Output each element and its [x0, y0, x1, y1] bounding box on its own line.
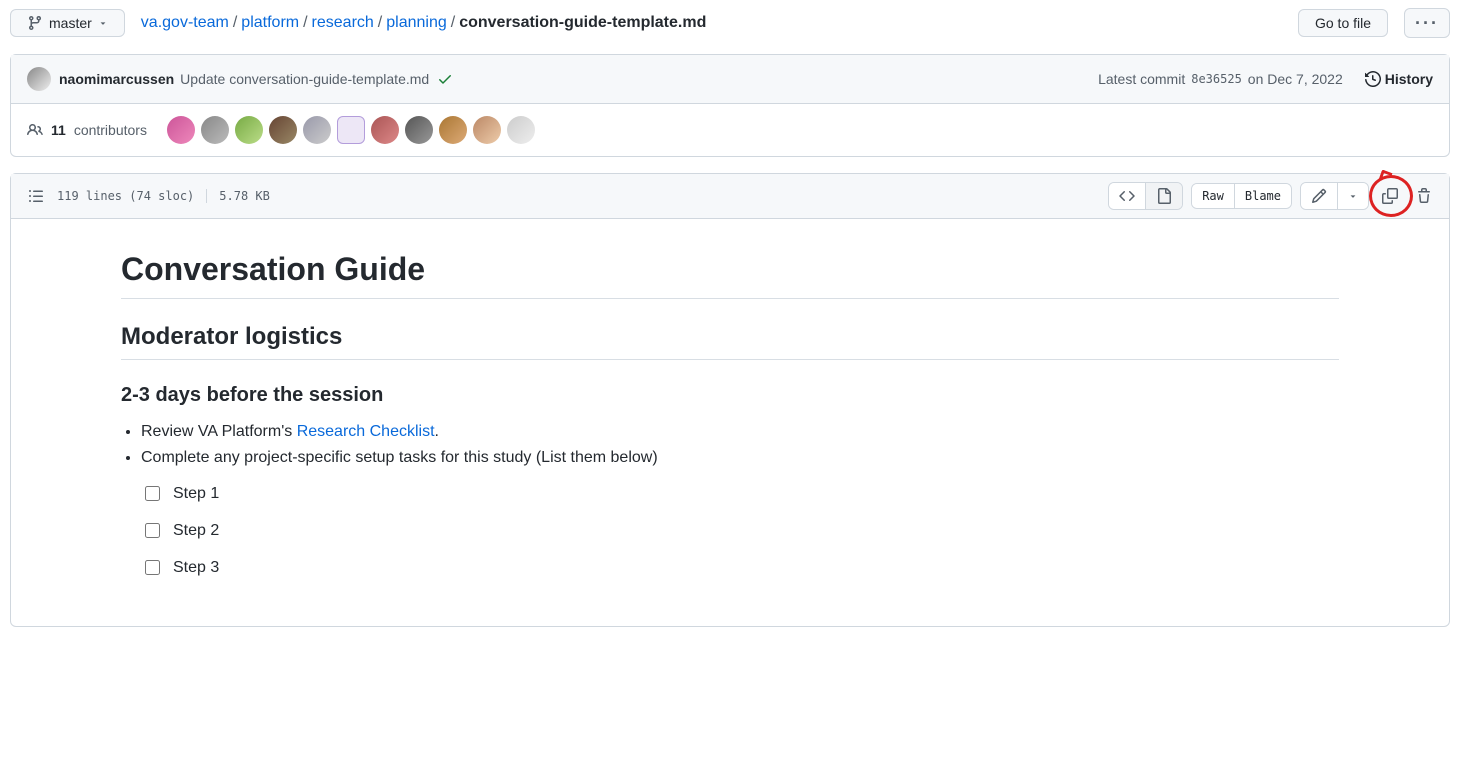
avatar[interactable] — [201, 116, 229, 144]
file-header: 119 lines (74 sloc) 5.78 KB Raw Blame — [11, 174, 1449, 219]
more-options-button[interactable]: ··· — [1404, 8, 1450, 38]
latest-commit-label: Latest commit — [1098, 71, 1185, 87]
breadcrumb-link[interactable]: platform — [241, 14, 299, 32]
check-icon[interactable] — [437, 71, 453, 87]
task-item: Step 3 — [141, 557, 1339, 578]
delete-button[interactable] — [1411, 183, 1437, 209]
avatar[interactable] — [371, 116, 399, 144]
contributors-row: 11 contributors — [11, 104, 1449, 156]
file-lines: 119 lines (74 sloc) — [57, 189, 194, 203]
file-icon — [1156, 188, 1172, 204]
history-link[interactable]: History — [1365, 71, 1433, 87]
list-item: Review VA Platform's Research Checklist. — [141, 423, 1339, 441]
list-icon-button[interactable] — [23, 183, 49, 209]
task-item: Step 2 — [141, 520, 1339, 541]
commit-date[interactable]: on Dec 7, 2022 — [1248, 71, 1343, 87]
history-label: History — [1385, 71, 1433, 87]
breadcrumb-sep: / — [451, 14, 455, 32]
author-name[interactable]: naomimarcussen — [59, 71, 174, 87]
avatar[interactable] — [167, 116, 195, 144]
file-info: 119 lines (74 sloc) 5.78 KB — [57, 189, 270, 203]
avatar[interactable] — [439, 116, 467, 144]
pencil-icon — [1311, 188, 1327, 204]
contributor-label: contributors — [74, 122, 147, 138]
copy-icon — [1382, 188, 1398, 204]
avatar[interactable] — [473, 116, 501, 144]
list-unordered-icon — [28, 188, 44, 204]
avatar[interactable] — [337, 116, 365, 144]
divider — [206, 189, 207, 203]
commit-card: naomimarcussen Update conversation-guide… — [10, 54, 1450, 157]
code-icon — [1119, 188, 1135, 204]
breadcrumb-sep: / — [233, 14, 237, 32]
file-card: 119 lines (74 sloc) 5.78 KB Raw Blame — [10, 173, 1450, 627]
task-list: Step 1 Step 2 Step 3 — [121, 483, 1339, 578]
contributor-avatars — [167, 116, 535, 144]
markdown-content: Conversation Guide Moderator logistics 2… — [11, 219, 1449, 626]
breadcrumb: va.gov-team / platform / research / plan… — [141, 14, 1282, 32]
task-label: Step 3 — [173, 559, 219, 577]
breadcrumb-link[interactable]: va.gov-team — [141, 14, 229, 32]
subsection-heading: 2-3 days before the session — [121, 384, 1339, 407]
task-checkbox[interactable] — [145, 560, 160, 575]
list-item: Complete any project-specific setup task… — [141, 449, 1339, 467]
contributor-count[interactable]: 11 — [51, 122, 66, 138]
triangle-down-icon — [1348, 191, 1358, 201]
triangle-down-icon — [98, 18, 108, 28]
task-item: Step 1 — [141, 483, 1339, 504]
top-bar: master va.gov-team / platform / research… — [10, 0, 1450, 46]
commit-meta: Latest commit 8e36525 on Dec 7, 2022 His… — [1098, 71, 1433, 87]
file-actions: Raw Blame — [1108, 182, 1437, 210]
branch-name: master — [49, 15, 92, 31]
raw-blame-group: Raw Blame — [1191, 183, 1292, 209]
history-icon — [1365, 71, 1381, 87]
breadcrumb-sep: / — [303, 14, 307, 32]
avatar[interactable] — [405, 116, 433, 144]
commit-header: naomimarcussen Update conversation-guide… — [11, 55, 1449, 104]
research-checklist-link[interactable]: Research Checklist — [297, 423, 435, 440]
avatar[interactable] — [269, 116, 297, 144]
edit-button[interactable] — [1301, 183, 1338, 209]
avatar[interactable] — [303, 116, 331, 144]
people-icon — [27, 122, 43, 138]
view-toggle — [1108, 182, 1183, 210]
blame-button[interactable]: Blame — [1235, 184, 1291, 208]
breadcrumb-link[interactable]: research — [312, 14, 374, 32]
commit-message[interactable]: Update conversation-guide-template.md — [180, 71, 429, 87]
avatar[interactable] — [235, 116, 263, 144]
section-heading: Moderator logistics — [121, 323, 1339, 360]
task-checkbox[interactable] — [145, 523, 160, 538]
file-size: 5.78 KB — [219, 189, 270, 203]
breadcrumb-sep: / — [378, 14, 382, 32]
task-label: Step 1 — [173, 485, 219, 503]
source-view-button[interactable] — [1109, 183, 1146, 209]
task-checkbox[interactable] — [145, 486, 160, 501]
commit-sha[interactable]: 8e36525 — [1191, 72, 1242, 86]
page-title: Conversation Guide — [121, 251, 1339, 299]
raw-button[interactable]: Raw — [1192, 184, 1235, 208]
trash-icon — [1416, 188, 1432, 204]
go-to-file-button[interactable]: Go to file — [1298, 9, 1388, 37]
avatar[interactable] — [507, 116, 535, 144]
avatar[interactable] — [27, 67, 51, 91]
breadcrumb-current: conversation-guide-template.md — [459, 14, 706, 32]
task-label: Step 2 — [173, 522, 219, 540]
list-text: Review VA Platform's — [141, 423, 297, 440]
copy-highlight — [1377, 183, 1403, 209]
git-branch-icon — [27, 15, 43, 31]
rendered-view-button[interactable] — [1146, 183, 1182, 209]
bullet-list: Review VA Platform's Research Checklist.… — [121, 423, 1339, 467]
branch-selector[interactable]: master — [10, 9, 125, 37]
copy-button[interactable] — [1377, 183, 1403, 209]
edit-group — [1300, 182, 1369, 210]
list-text: . — [435, 423, 439, 440]
edit-dropdown-button[interactable] — [1338, 183, 1368, 209]
breadcrumb-link[interactable]: planning — [386, 14, 447, 32]
